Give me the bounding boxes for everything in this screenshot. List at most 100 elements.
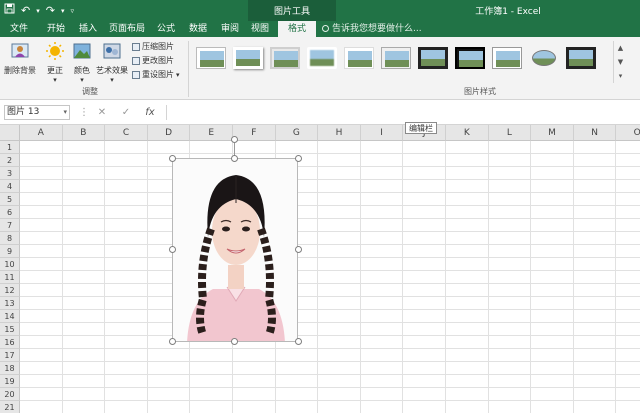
row-header[interactable]: 7	[0, 219, 20, 232]
picture-style-reflected[interactable]	[344, 47, 374, 69]
picture-style-black-frame[interactable]	[418, 47, 448, 69]
picture-style-thin-frame[interactable]	[492, 47, 522, 69]
row-header[interactable]: 4	[0, 180, 20, 193]
gallery-up-icon[interactable]: ▲	[614, 41, 627, 55]
picture-style-simple-frame[interactable]	[196, 47, 226, 69]
picture-styles-group-label: 图片样式	[464, 87, 496, 96]
formula-input[interactable]	[166, 105, 640, 120]
row-header[interactable]: 10	[0, 258, 20, 271]
redo-dropdown-icon[interactable]: ▾	[61, 4, 65, 18]
row-header[interactable]: 16	[0, 336, 20, 349]
picture-style-metal-frame[interactable]	[566, 47, 596, 69]
chevron-down-icon[interactable]: ▾	[63, 106, 67, 119]
artistic-effects-button[interactable]: 艺术效果 ▾	[94, 41, 130, 84]
resize-handle-bottom[interactable]	[231, 338, 238, 345]
row-header[interactable]: 21	[0, 401, 20, 413]
corrections-button[interactable]: 更正 ▾	[42, 41, 68, 84]
column-header[interactable]: A	[20, 125, 63, 141]
column-header[interactable]: I	[360, 125, 404, 141]
column-header[interactable]: N	[573, 125, 617, 141]
row-header[interactable]: 8	[0, 232, 20, 245]
column-header[interactable]: C	[105, 125, 148, 141]
resize-handle-right[interactable]	[295, 246, 302, 253]
row-header[interactable]: 6	[0, 206, 20, 219]
column-header[interactable]: F	[233, 125, 276, 141]
resize-handle-top-right[interactable]	[295, 155, 302, 162]
undo-icon[interactable]: ↶	[21, 4, 30, 18]
resize-handle-bottom-right[interactable]	[295, 338, 302, 345]
gridline-horizontal	[20, 400, 640, 401]
row-header[interactable]: 14	[0, 310, 20, 323]
customize-qat-icon[interactable]: ▿	[70, 4, 74, 18]
gridline-horizontal	[20, 179, 640, 180]
change-picture-button[interactable]: 更改图片	[132, 55, 174, 67]
tab-formulas[interactable]: 公式	[152, 21, 180, 37]
worksheet-grid[interactable]: ABCDEFGHIJKLMNO1234567891011121314151617…	[0, 125, 640, 413]
row-header[interactable]: 11	[0, 271, 20, 284]
color-button[interactable]: 颜色 ▾	[70, 41, 94, 84]
row-header[interactable]: 2	[0, 154, 20, 167]
insert-function-icon[interactable]: fx	[142, 105, 158, 120]
picture-style-oval[interactable]	[529, 47, 559, 69]
row-header[interactable]: 3	[0, 167, 20, 180]
column-header[interactable]: L	[488, 125, 532, 141]
gallery-more-icon[interactable]: ▾	[614, 69, 627, 83]
picture-style-rotated[interactable]	[381, 47, 411, 69]
reset-picture-button[interactable]: 重设图片 ▾	[132, 69, 180, 81]
tab-home[interactable]: 开始	[42, 21, 70, 37]
gridline-horizontal	[20, 166, 640, 167]
row-header[interactable]: 19	[0, 375, 20, 388]
compress-pictures-button[interactable]: 压缩图片	[132, 41, 174, 53]
tab-data[interactable]: 数据	[184, 21, 212, 37]
undo-dropdown-icon[interactable]: ▾	[36, 4, 40, 18]
remove-background-button[interactable]: 删除背景	[2, 41, 38, 76]
artistic-effects-label: 艺术效果	[96, 66, 128, 75]
resize-handle-left[interactable]	[169, 246, 176, 253]
gridline-horizontal	[20, 231, 640, 232]
resize-handle-top-left[interactable]	[169, 155, 176, 162]
column-header[interactable]: E	[190, 125, 233, 141]
tab-page-layout[interactable]: 页面布局	[106, 21, 148, 37]
redo-icon[interactable]: ↷	[46, 4, 55, 18]
column-header[interactable]: G	[275, 125, 319, 141]
row-header[interactable]: 15	[0, 323, 20, 336]
rotation-handle[interactable]	[231, 136, 238, 143]
resize-handle-bottom-left[interactable]	[169, 338, 176, 345]
column-header[interactable]: B	[62, 125, 106, 141]
row-header[interactable]: 1	[0, 141, 20, 154]
gallery-down-icon[interactable]: ▼	[614, 55, 627, 69]
save-icon[interactable]	[4, 3, 15, 18]
column-header[interactable]: H	[318, 125, 361, 141]
tell-me-text: 告诉我您想要做什么...	[332, 24, 422, 34]
inserted-picture[interactable]	[172, 158, 298, 342]
tab-view[interactable]: 视图	[246, 21, 274, 37]
row-header[interactable]: 13	[0, 297, 20, 310]
enter-icon[interactable]: ✓	[118, 105, 134, 120]
row-header[interactable]: 12	[0, 284, 20, 297]
cancel-icon[interactable]: ✕	[94, 105, 110, 120]
gallery-scroll[interactable]: ▲ ▼ ▾	[613, 41, 627, 83]
gridline-horizontal	[20, 192, 640, 193]
column-header[interactable]: O	[616, 125, 640, 141]
column-header[interactable]: D	[147, 125, 191, 141]
column-header[interactable]: K	[446, 125, 489, 141]
column-header[interactable]: M	[531, 125, 574, 141]
row-header[interactable]: 18	[0, 362, 20, 375]
row-header[interactable]: 17	[0, 349, 20, 362]
tab-review[interactable]: 审阅	[216, 21, 244, 37]
picture-style-shadow[interactable]	[233, 47, 263, 69]
picture-style-soft-edge[interactable]	[307, 47, 337, 69]
row-header[interactable]: 20	[0, 388, 20, 401]
name-box[interactable]: 图片 13 ▾	[4, 105, 70, 120]
tab-format[interactable]: 格式	[278, 21, 316, 37]
picture-style-thick-black[interactable]	[455, 47, 485, 69]
row-header[interactable]: 9	[0, 245, 20, 258]
row-header[interactable]: 5	[0, 193, 20, 206]
resize-handle-top[interactable]	[231, 155, 238, 162]
tab-file[interactable]: 文件	[4, 21, 34, 37]
tell-me-box[interactable]: 告诉我您想要做什么...	[322, 21, 422, 37]
gridline-horizontal	[20, 309, 640, 310]
select-all-corner[interactable]	[0, 125, 20, 141]
tab-insert[interactable]: 插入	[74, 21, 102, 37]
picture-style-beveled[interactable]	[270, 47, 300, 69]
